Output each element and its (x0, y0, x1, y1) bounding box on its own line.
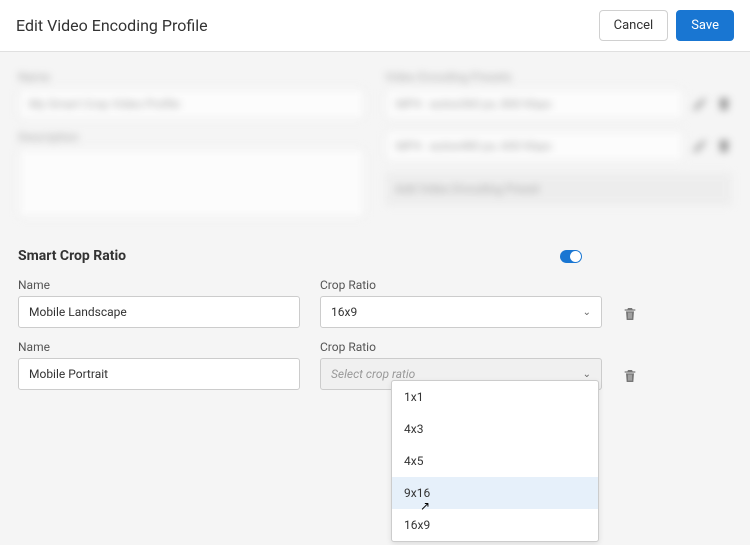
section-title: Smart Crop Ratio (18, 248, 126, 264)
trash-icon (716, 138, 732, 154)
delete-row-button[interactable] (622, 368, 638, 384)
ratio-label: Crop Ratio (320, 340, 602, 354)
chevron-down-icon: ⌄ (583, 307, 591, 318)
crop-ratio-dropdown[interactable]: 1x14x34x59x16↖16x9 (391, 380, 599, 542)
delete-row-button[interactable] (622, 306, 638, 322)
crop-name-input-1[interactable] (18, 358, 300, 390)
chevron-down-icon: ⌄ (583, 369, 591, 380)
dropdown-option[interactable]: 9x16↖ (392, 477, 598, 509)
crop-name-input-0[interactable] (18, 296, 300, 328)
dropdown-option[interactable]: 4x5 (392, 445, 598, 477)
trash-icon (716, 96, 732, 112)
page-title: Edit Video Encoding Profile (16, 16, 208, 35)
name-label: Name (18, 278, 300, 292)
pencil-icon (692, 96, 708, 112)
dropdown-option[interactable]: 1x1 (392, 381, 598, 413)
smartcrop-toggle[interactable] (560, 250, 582, 263)
save-button[interactable]: Save (676, 10, 734, 41)
ratio-label: Crop Ratio (320, 278, 602, 292)
dropdown-option[interactable]: 16x9 (392, 509, 598, 541)
crop-ratio-select-0[interactable]: 16x9 ⌄ (320, 296, 602, 328)
blurred-region: Name My Smart Crop Video Profile Descrip… (18, 70, 732, 218)
cancel-button[interactable]: Cancel (599, 10, 669, 41)
dropdown-option[interactable]: 4x3 (392, 413, 598, 445)
name-label: Name (18, 340, 300, 354)
pencil-icon (692, 138, 708, 154)
